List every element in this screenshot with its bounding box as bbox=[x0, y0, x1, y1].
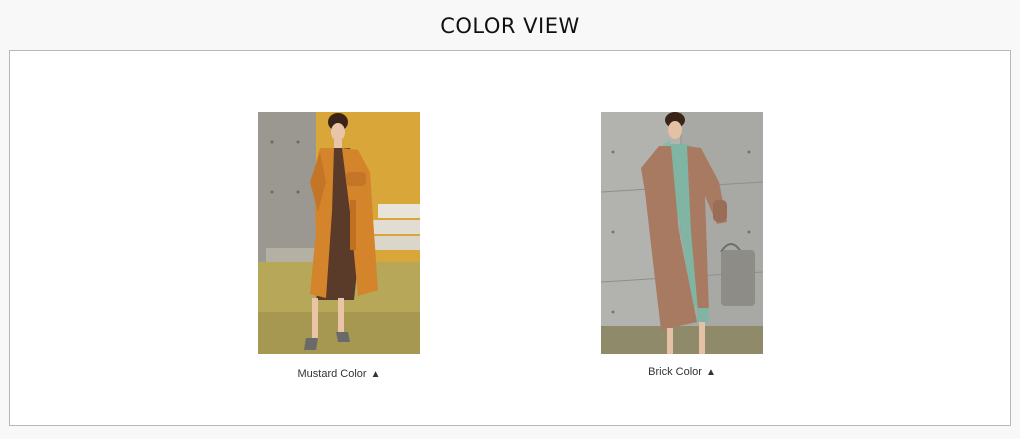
mustard-coat-photo bbox=[258, 112, 420, 354]
product-image-brick[interactable] bbox=[601, 112, 763, 354]
triangle-up-icon: ▲ bbox=[705, 367, 716, 378]
product-link-brick[interactable]: Brick Color ▲ bbox=[601, 366, 763, 378]
product-card-mustard: Mustard Color ▲ bbox=[258, 112, 420, 380]
section-title: COLOR VIEW bbox=[440, 14, 580, 38]
product-card-brick: Brick Color ▲ bbox=[601, 112, 763, 378]
color-view-panel: Mustard Color ▲ Brick Color ▲ bbox=[9, 50, 1011, 426]
product-caption-mustard: Mustard Color bbox=[297, 368, 367, 380]
product-image-mustard[interactable] bbox=[258, 112, 420, 354]
product-caption-brick: Brick Color bbox=[648, 366, 702, 378]
triangle-up-icon: ▲ bbox=[370, 369, 381, 380]
brick-coat-photo bbox=[601, 112, 763, 354]
product-link-mustard[interactable]: Mustard Color ▲ bbox=[258, 368, 420, 380]
